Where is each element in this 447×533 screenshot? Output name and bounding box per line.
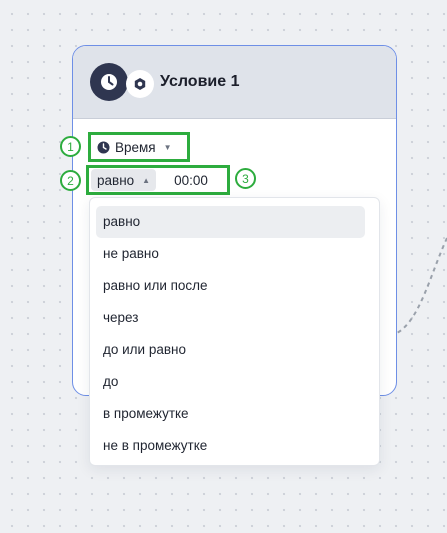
annotation-badge-2: 2	[60, 170, 81, 191]
operator-option[interactable]: равно или после	[96, 270, 365, 302]
operator-dropdown-menu: равно не равно равно или после через до …	[89, 197, 380, 466]
chevron-down-icon: ▼	[163, 142, 172, 152]
chevron-up-icon: ▲	[142, 175, 151, 185]
clock-icon	[90, 63, 128, 101]
operator-option[interactable]: до	[96, 366, 365, 398]
operator-select[interactable]: равно ▲	[91, 169, 157, 191]
node-header[interactable]: Условие 1	[73, 46, 396, 119]
field-select[interactable]: Время ▼	[91, 136, 178, 158]
annotation-badge-3: 3	[235, 168, 256, 189]
field-select-label: Время	[115, 139, 156, 155]
clock-icon	[97, 141, 110, 154]
condition-row-highlight: равно ▲ 00:00	[86, 165, 230, 195]
annotation-badge-1: 1	[60, 136, 81, 157]
settings-icon	[126, 70, 154, 98]
operator-option[interactable]: не в промежутке	[96, 430, 365, 462]
field-select-highlight: Время ▼	[88, 132, 190, 162]
operator-option[interactable]: до или равно	[96, 334, 365, 366]
time-input[interactable]: 00:00	[168, 169, 210, 191]
operator-option[interactable]: через	[96, 302, 365, 334]
operator-select-label: равно	[97, 172, 135, 188]
operator-option[interactable]: равно	[96, 206, 365, 238]
operator-option[interactable]: не равно	[96, 238, 365, 270]
operator-option[interactable]: в промежутке	[96, 398, 365, 430]
node-title: Условие 1	[160, 73, 240, 90]
